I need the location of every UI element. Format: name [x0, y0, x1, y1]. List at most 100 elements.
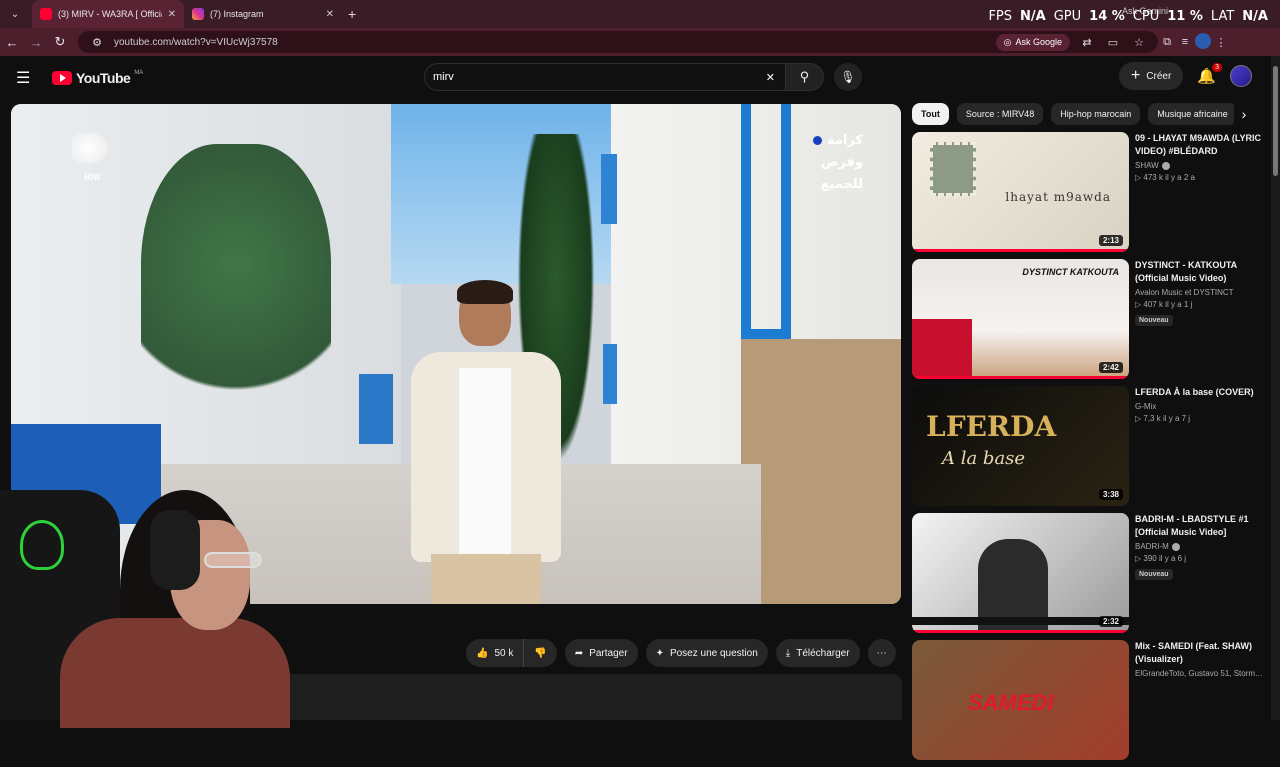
share-button[interactable]: ➦ Partager	[564, 639, 638, 667]
like-count: 50 k	[494, 647, 514, 659]
tab-title: (7) Instagram	[210, 9, 264, 19]
headphones	[150, 510, 200, 590]
like-button[interactable]: 👍 50 k	[466, 639, 525, 667]
search-button[interactable]: ⚲	[786, 63, 824, 91]
video-actions: 👍 50 k 👎 ➦ Partager ✦ Posez une question…	[466, 639, 896, 667]
reading-list-icon[interactable]: ≡	[1176, 36, 1194, 48]
cast-icon[interactable]: ▭	[1104, 36, 1122, 49]
youtube-logo[interactable]: YouTube MA	[52, 70, 143, 86]
recommendations-list: lhayat m9awda 2:13 09 - LHAYAT M9AWDA (L…	[912, 132, 1270, 767]
ask-question-label: Posez une question	[669, 647, 758, 659]
recommendation-item[interactable]: LFERDA A la base 3:38 LFERDA À la base (…	[912, 386, 1270, 513]
channel-name[interactable]: BADRI-M	[1135, 542, 1169, 551]
sunglasses	[204, 552, 262, 568]
recommendation-item[interactable]: 2:32 BADRI-M - LBADSTYLE #1 [Official Mu…	[912, 513, 1270, 640]
url-text: youtube.com/watch?v=VIUcWj37578	[114, 36, 278, 48]
chevron-right-icon[interactable]: ›	[1234, 103, 1254, 125]
cpu-label: CPU	[1132, 9, 1160, 24]
chip-all[interactable]: Tout	[912, 103, 949, 125]
notifications-button[interactable]: 🔔 3	[1197, 63, 1222, 85]
lat-label: LAT	[1210, 9, 1235, 24]
youtube-wordmark: YouTube	[76, 70, 131, 86]
thumbs-up-icon: 👍	[476, 647, 489, 659]
video-title[interactable]: LFERDA À la base (COVER)	[1135, 386, 1269, 399]
ask-question-button[interactable]: ✦ Posez une question	[645, 639, 768, 667]
microphone-icon: 🎙	[840, 70, 856, 84]
extensions-icon[interactable]: ⧉	[1158, 36, 1176, 49]
new-tab-button[interactable]: +	[348, 6, 356, 22]
download-button[interactable]: ⤓ Télécharger	[775, 639, 860, 667]
thumbs-down-icon: 👎	[534, 647, 547, 659]
create-button[interactable]: + Créer	[1118, 62, 1184, 90]
video-title[interactable]: BADRI-M - LBADSTYLE #1 [Official Music V…	[1135, 513, 1269, 539]
razer-logo-icon	[20, 520, 64, 570]
forward-arrow-icon[interactable]: →	[24, 35, 48, 50]
account-avatar[interactable]	[1230, 65, 1252, 87]
cpu-value: 11 %	[1167, 9, 1203, 24]
new-badge: Nouveau	[1135, 315, 1173, 326]
site-info-icon[interactable]: ⚙	[88, 36, 106, 49]
url-field[interactable]: ⚙ youtube.com/watch?v=VIUcWj37578 ◎ Ask …	[78, 31, 1158, 53]
channel-name[interactable]: ElGrandeToto, Gustavo 51, Storm…	[1135, 669, 1263, 678]
verified-icon	[1161, 161, 1170, 170]
youtube-header: ☰ YouTube MA mirv ✕ ⚲ 🎙 + Créer 🔔 3	[0, 56, 1270, 100]
chip-moroccan-hiphop[interactable]: Hip-hop marocain	[1051, 103, 1141, 125]
description-box[interactable]	[240, 674, 902, 720]
video-thumbnail[interactable]: lhayat m9awda 2:13	[912, 132, 1129, 252]
plus-icon: +	[1130, 67, 1141, 84]
video-title[interactable]: DYSTINCT - KATKOUTA (Official Music Vide…	[1135, 259, 1269, 285]
scrollbar-thumb[interactable]	[1273, 66, 1278, 176]
duration-badge: 3:38	[1098, 489, 1123, 500]
download-label: Télécharger	[796, 647, 850, 659]
video-subject	[401, 280, 571, 604]
translate-icon[interactable]: ⇄	[1078, 36, 1096, 49]
new-badge: Nouveau	[1135, 569, 1173, 580]
channel-name[interactable]: Avalon Music et DYSTINCT	[1135, 288, 1234, 297]
postage-stamp	[930, 142, 976, 196]
channel-name[interactable]: G-Mix	[1135, 402, 1156, 411]
video-meta: ▷ 390 il y a 6 j	[1135, 554, 1187, 563]
duration-badge: 2:42	[1098, 362, 1123, 373]
voice-search-button[interactable]: 🎙	[834, 63, 862, 91]
recommendation-item[interactable]: lhayat m9awda 2:13 09 - LHAYAT M9AWDA (L…	[912, 132, 1270, 259]
video-meta: ▷ 473 k il y a 2 a	[1135, 173, 1195, 182]
video-title[interactable]: 09 - LHAYAT M9AWDA (LYRIC VIDEO) #BLÉDAR…	[1135, 132, 1269, 158]
close-tab-icon[interactable]: ✕	[168, 9, 176, 20]
search-input[interactable]: mirv ✕	[424, 63, 786, 91]
video-title[interactable]: Mix - SAMEDI (Feat. SHAW) (Visualizer)	[1135, 640, 1269, 666]
recommendation-item[interactable]: SAMEDI Mix - SAMEDI (Feat. SHAW) (Visual…	[912, 640, 1270, 767]
back-arrow-icon[interactable]: ←	[0, 35, 24, 50]
reload-icon[interactable]: ↻	[48, 34, 72, 50]
fps-value: N/A	[1020, 9, 1046, 24]
menu-icon[interactable]: ☰	[16, 68, 36, 88]
more-actions-button[interactable]: ⋯	[867, 639, 896, 667]
bookmark-star-icon[interactable]: ☆	[1130, 36, 1148, 49]
dislike-button[interactable]: 👎	[524, 639, 557, 667]
duration-badge: 2:13	[1098, 235, 1123, 246]
chip-african-music[interactable]: Musique africaine	[1148, 103, 1237, 125]
browser-menu-icon[interactable]: ⋮	[1212, 36, 1230, 49]
clear-search-icon[interactable]: ✕	[766, 71, 775, 84]
video-meta: ▷ 407 k il y a 1 j	[1135, 300, 1193, 309]
profile-button[interactable]	[1194, 32, 1212, 52]
page-scrollbar[interactable]	[1271, 56, 1280, 720]
gpu-value: 14 %	[1089, 9, 1125, 24]
country-code: MA	[134, 70, 144, 76]
channel-name[interactable]: SHAW	[1135, 161, 1159, 170]
video-thumbnail[interactable]: 2:32	[912, 513, 1129, 633]
video-thumbnail[interactable]: SAMEDI	[912, 640, 1129, 760]
close-tab-icon[interactable]: ✕	[326, 9, 334, 20]
create-label: Créer	[1146, 70, 1172, 82]
gpu-label: GPU	[1053, 9, 1082, 24]
video-thumbnail[interactable]: LFERDA A la base 3:38	[912, 386, 1129, 506]
tab-search-button[interactable]: ⌄	[4, 3, 26, 25]
tab-youtube[interactable]: (3) MIRV - WA3RA [ Official mu ✕	[32, 0, 184, 28]
rni-watermark: RNI	[57, 128, 127, 182]
video-thumbnail[interactable]: DYSTINCT KATKOUTA 2:42	[912, 259, 1129, 379]
chip-source[interactable]: Source : MIRV48	[956, 103, 1044, 125]
tab-instagram[interactable]: (7) Instagram ✕	[184, 0, 342, 28]
youtube-play-icon	[52, 71, 72, 85]
search-icon: ⚲	[799, 69, 810, 84]
ask-google-button[interactable]: ◎ Ask Google	[995, 33, 1070, 51]
recommendation-item[interactable]: DYSTINCT KATKOUTA 2:42 DYSTINCT - KATKOU…	[912, 259, 1270, 386]
